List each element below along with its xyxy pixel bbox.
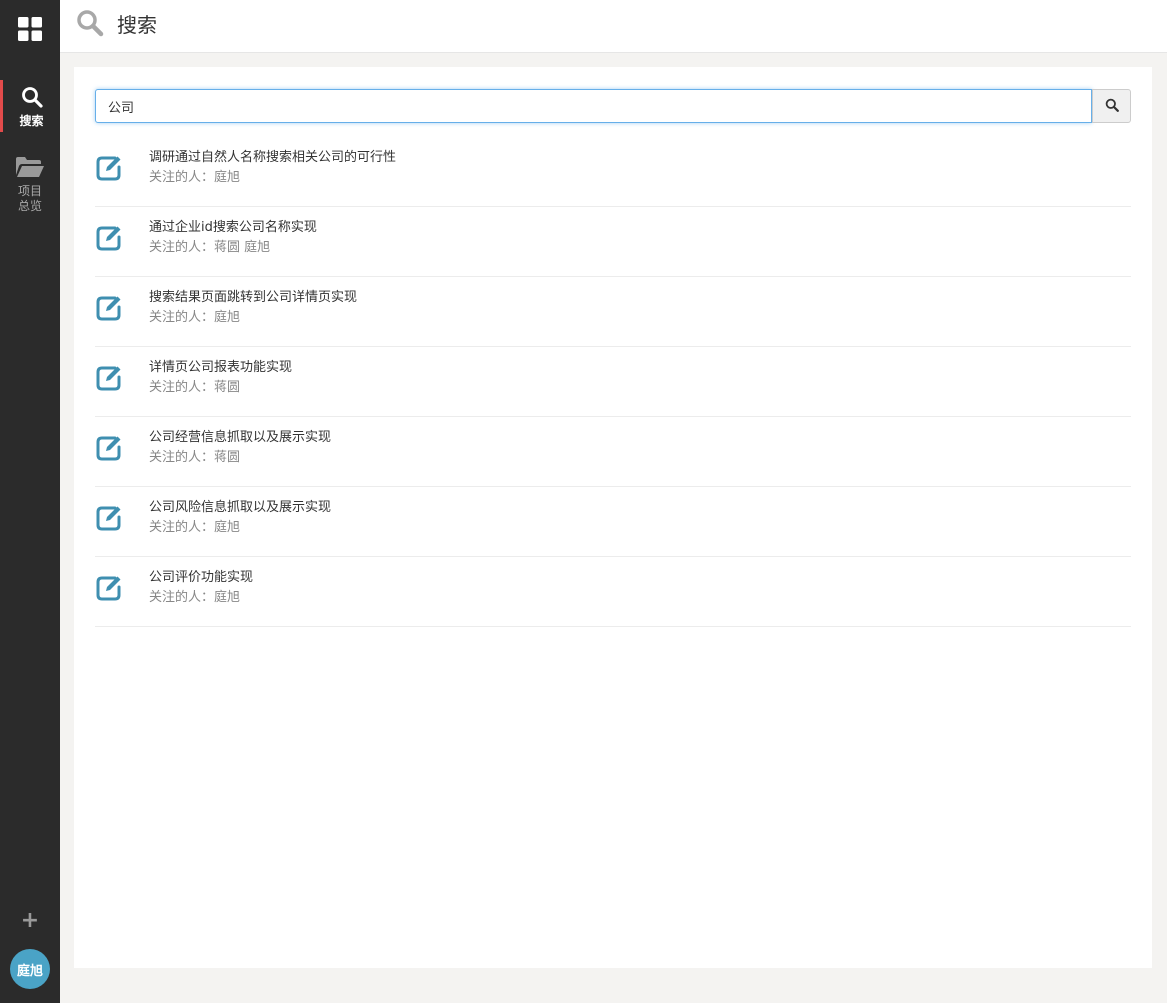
header: 搜索 — [60, 0, 1167, 53]
result-followers: 关注的人：蒋圆 庭旭 — [149, 239, 270, 256]
search-bar — [95, 89, 1131, 123]
sidebar-item-label: 项目 总览 — [17, 184, 42, 213]
sidebar-item-label: 搜索 — [19, 114, 44, 128]
edit-icon — [95, 223, 123, 251]
edit-icon — [95, 433, 123, 461]
list-item[interactable]: 详情页公司报表功能实现 关注的人：蒋圆 — [95, 347, 1131, 417]
edit-icon — [95, 363, 123, 391]
list-item[interactable]: 通过企业id搜索公司名称实现 关注的人：蒋圆 庭旭 — [95, 207, 1131, 277]
followers-label: 关注的人： — [149, 380, 215, 395]
result-followers: 关注的人：庭旭 — [149, 169, 240, 186]
sidebar-item-projects[interactable]: 项目 总览 — [0, 154, 60, 216]
result-followers: 关注的人：蒋圆 — [149, 379, 240, 396]
followers-label: 关注的人： — [149, 520, 215, 535]
followers-label: 关注的人： — [149, 450, 215, 465]
result-title[interactable]: 详情页公司报表功能实现 — [149, 359, 292, 376]
result-title[interactable]: 公司评价功能实现 — [149, 569, 253, 586]
followers-label: 关注的人： — [149, 240, 215, 255]
result-followers: 关注的人：蒋圆 — [149, 449, 240, 466]
edit-icon — [95, 293, 123, 321]
followers-names: 蒋圆 — [214, 450, 241, 465]
list-item[interactable]: 搜索结果页面跳转到公司详情页实现 关注的人：庭旭 — [95, 277, 1131, 347]
result-followers: 关注的人：庭旭 — [149, 519, 240, 536]
followers-label: 关注的人： — [149, 310, 215, 325]
grid-icon[interactable] — [0, 0, 60, 58]
folder-open-icon — [15, 156, 45, 182]
search-icon — [75, 8, 105, 42]
followers-names: 蒋圆 — [214, 380, 241, 395]
plus-icon: + — [20, 907, 40, 933]
result-title[interactable]: 通过企业id搜索公司名称实现 — [149, 219, 317, 236]
result-followers: 关注的人：庭旭 — [149, 309, 240, 326]
result-title[interactable]: 公司经营信息抓取以及展示实现 — [149, 429, 331, 446]
page-title: 搜索 — [117, 13, 157, 37]
list-item[interactable]: 公司评价功能实现 关注的人：庭旭 — [95, 557, 1131, 627]
edit-icon — [95, 503, 123, 531]
list-item[interactable]: 调研通过自然人名称搜索相关公司的可行性 关注的人：庭旭 — [95, 137, 1131, 207]
search-icon — [1105, 97, 1119, 116]
followers-label: 关注的人： — [149, 590, 215, 605]
result-title[interactable]: 公司风险信息抓取以及展示实现 — [149, 499, 331, 516]
followers-names: 庭旭 — [214, 590, 241, 605]
followers-label: 关注的人： — [149, 170, 215, 185]
add-button[interactable]: + — [0, 906, 60, 934]
sidebar: 搜索 项目 总览 + 庭旭 — [0, 0, 60, 1003]
search-icon — [21, 86, 43, 112]
followers-names: 庭旭 — [214, 170, 241, 185]
result-title[interactable]: 搜索结果页面跳转到公司详情页实现 — [149, 289, 357, 306]
followers-names: 庭旭 — [214, 520, 241, 535]
search-panel: 调研通过自然人名称搜索相关公司的可行性 关注的人：庭旭 通过企业id搜索公司名称… — [74, 67, 1152, 968]
results-list: 调研通过自然人名称搜索相关公司的可行性 关注的人：庭旭 通过企业id搜索公司名称… — [95, 137, 1131, 627]
edit-icon — [95, 153, 123, 181]
followers-names: 蒋圆 庭旭 — [214, 240, 271, 255]
edit-icon — [95, 573, 123, 601]
avatar[interactable]: 庭旭 — [10, 949, 50, 989]
list-item[interactable]: 公司风险信息抓取以及展示实现 关注的人：庭旭 — [95, 487, 1131, 557]
list-item[interactable]: 公司经营信息抓取以及展示实现 关注的人：蒋圆 — [95, 417, 1131, 487]
sidebar-item-search[interactable]: 搜索 — [0, 80, 60, 132]
search-button[interactable] — [1092, 89, 1131, 123]
result-followers: 关注的人：庭旭 — [149, 589, 240, 606]
result-title[interactable]: 调研通过自然人名称搜索相关公司的可行性 — [149, 149, 396, 166]
search-input[interactable] — [95, 89, 1092, 123]
followers-names: 庭旭 — [214, 310, 241, 325]
